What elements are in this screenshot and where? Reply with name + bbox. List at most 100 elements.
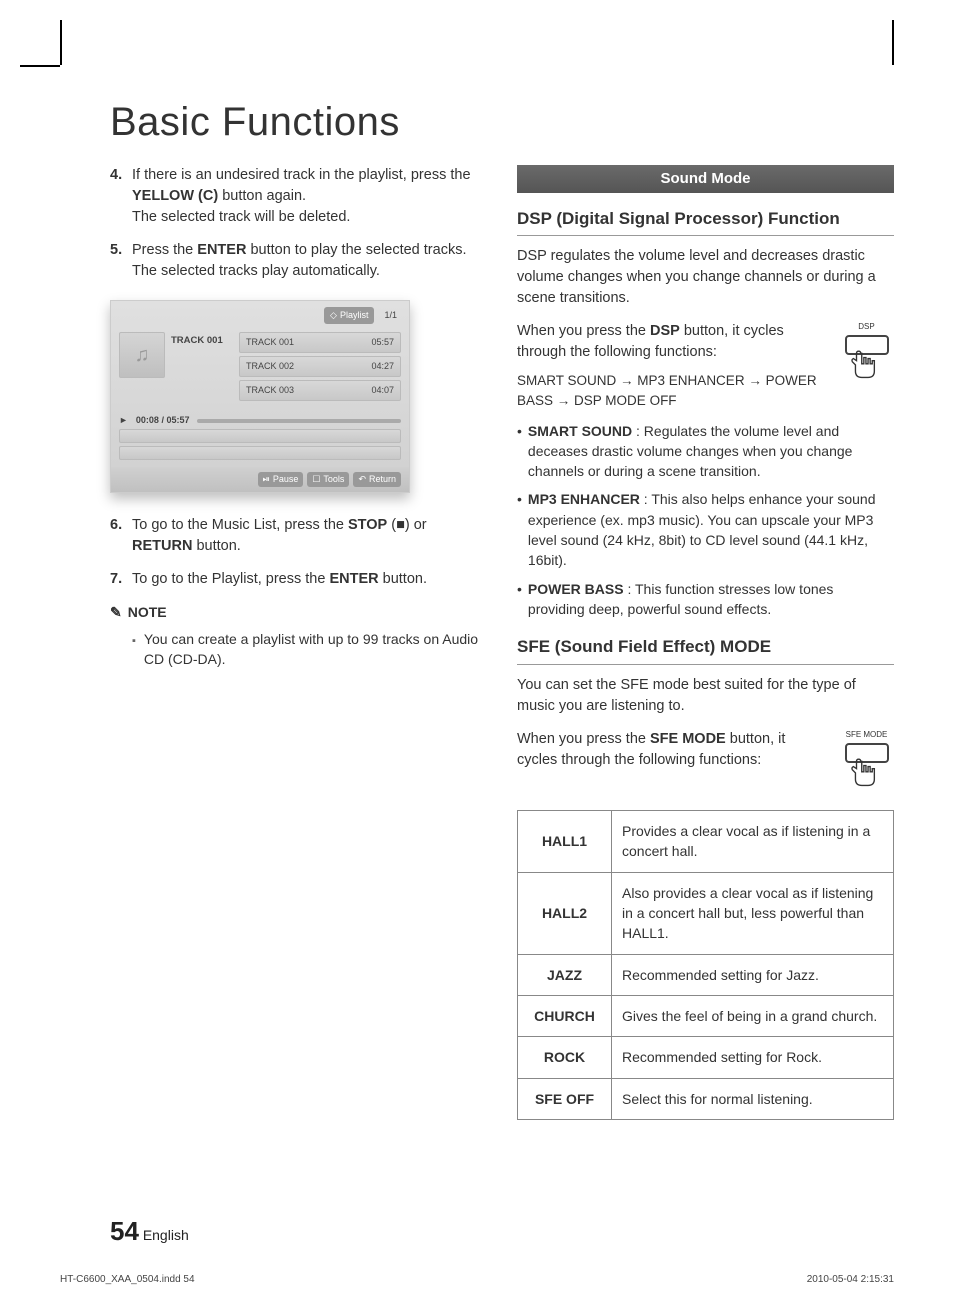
sfe-intro: You can set the SFE mode best suited for… — [517, 675, 894, 717]
dsp-intro: DSP regulates the volume level and decre… — [517, 246, 894, 309]
sfe-mode-name: ROCK — [518, 1037, 612, 1078]
step-body: If there is an undesired track in the pl… — [132, 165, 487, 228]
playlist-label: Playlist — [340, 309, 369, 322]
enter-label: ENTER — [329, 571, 378, 587]
chain-item: SMART SOUND — [517, 373, 616, 388]
sfe-mode-desc: Recommended setting for Rock. — [612, 1037, 894, 1078]
step-4: 4. If there is an undesired track in the… — [110, 165, 487, 228]
sfe-mode-name: CHURCH — [518, 995, 612, 1036]
note-text: You can create a playlist with up to 99 … — [144, 629, 487, 670]
progress-time: 00:08 / 05:57 — [136, 414, 190, 427]
table-row: HALL1Provides a clear vocal as if listen… — [518, 811, 894, 873]
text: button. — [192, 538, 240, 554]
step-body: To go to the Playlist, press the ENTER b… — [132, 569, 487, 590]
table-row: HALL2Also provides a clear vocal as if l… — [518, 872, 894, 954]
hand-press-icon — [839, 349, 894, 391]
text: To go to the Music List, press the — [132, 517, 348, 533]
blank-row — [119, 446, 401, 460]
dsp-button-label: DSP — [839, 321, 894, 333]
mock-header: ◇Playlist 1/1 — [111, 301, 409, 328]
chain-item: MP3 ENHANCER — [637, 373, 744, 388]
sfe-mode-name: HALL2 — [518, 872, 612, 954]
stop-label: STOP — [348, 517, 387, 533]
step-number: 4. — [110, 165, 132, 228]
sfe-mode-desc: Recommended setting for Jazz. — [612, 954, 894, 995]
current-track: TRACK 001 — [171, 332, 233, 404]
text: button to play the selected tracks. — [246, 242, 466, 258]
text: To go to the Playlist, press the — [132, 571, 329, 587]
page-footer: 54 English — [110, 1216, 189, 1247]
track-time: 04:07 — [371, 384, 394, 397]
step-number: 5. — [110, 240, 132, 282]
page-title: Basic Functions — [110, 100, 894, 145]
sfe-mode-name: HALL1 — [518, 811, 612, 873]
sfe-table: HALL1Provides a clear vocal as if listen… — [517, 810, 894, 1120]
sfe-mode-desc: Select this for normal listening. — [612, 1078, 894, 1119]
step-body: To go to the Music List, press the STOP … — [132, 515, 487, 557]
playlist-screenshot: ◇Playlist 1/1 ♫ TRACK 001 TRACK 001 05:57… — [110, 300, 410, 493]
sfe-heading: SFE (Sound Field Effect) MODE — [517, 635, 894, 665]
track-row: TRACK 003 04:07 — [239, 380, 401, 401]
sound-mode-banner: Sound Mode — [517, 165, 894, 193]
track-name: TRACK 001 — [246, 336, 294, 349]
bullet-smart-sound: SMART SOUND : Regulates the volume level… — [517, 421, 894, 482]
bullet-key: SMART SOUND — [528, 423, 632, 439]
track-name: TRACK 003 — [246, 384, 294, 397]
arrow-icon — [616, 373, 637, 388]
sfe-mode-name: SFE OFF — [518, 1078, 612, 1119]
track-time: 05:57 — [371, 336, 394, 349]
note-heading: NOTE — [110, 602, 487, 622]
return-label: RETURN — [132, 538, 192, 554]
page-number: 54 — [110, 1216, 139, 1246]
text: The selected tracks play automatically. — [132, 263, 380, 279]
enter-label: ENTER — [197, 242, 246, 258]
step-number: 6. — [110, 515, 132, 557]
crop-mark — [60, 20, 62, 65]
track-name: TRACK 002 — [246, 360, 294, 373]
imprint-timestamp: 2010-05-04 2:15:31 — [807, 1274, 894, 1285]
step-body: Press the ENTER button to play the selec… — [132, 240, 487, 282]
bullet-key: POWER BASS — [528, 581, 624, 597]
dsp-bullets: SMART SOUND : Regulates the volume level… — [517, 421, 894, 620]
return-icon: ↶ — [358, 473, 366, 486]
dsp-heading: DSP (Digital Signal Processor) Function — [517, 207, 894, 237]
arrow-icon — [553, 393, 574, 408]
page-language: English — [143, 1227, 189, 1243]
table-row: JAZZRecommended setting for Jazz. — [518, 954, 894, 995]
tools-hint: ☐Tools — [307, 472, 349, 487]
sfe-mode-bold: SFE MODE — [650, 731, 726, 747]
page-indicator: 1/1 — [380, 307, 401, 324]
sfe-press-row: When you press the SFE MODE button, it c… — [517, 729, 894, 798]
text: Press the — [132, 242, 197, 258]
progress-row: ► 00:08 / 05:57 — [111, 408, 409, 429]
text: When you press the — [517, 731, 650, 747]
track-row: TRACK 001 05:57 — [239, 332, 401, 353]
tools-icon: ☐ — [312, 473, 320, 486]
sfe-mode-desc: Provides a clear vocal as if listening i… — [612, 811, 894, 873]
sfe-press-text: When you press the SFE MODE button, it c… — [517, 729, 829, 771]
bullet-power-bass: POWER BASS : This function stresses low … — [517, 579, 894, 620]
progress-bar — [197, 419, 401, 423]
crop-mark — [892, 20, 894, 65]
dsp-press-text: When you press the DSP button, it cycles… — [517, 321, 829, 420]
text: button. — [379, 571, 427, 587]
bullet-key: MP3 ENHANCER — [528, 491, 640, 507]
play-icon: ► — [119, 414, 128, 427]
table-row: ROCKRecommended setting for Rock. — [518, 1037, 894, 1078]
right-column: Sound Mode DSP (Digital Signal Processor… — [517, 165, 894, 1120]
mock-footer: ⏯Pause ☐Tools ↶Return — [111, 467, 409, 492]
note-label: NOTE — [128, 602, 167, 622]
pause-icon: ⏯ — [263, 473, 270, 486]
sfe-mode-name: JAZZ — [518, 954, 612, 995]
table-row: CHURCHGives the feel of being in a grand… — [518, 995, 894, 1036]
chain-item: DSP MODE OFF — [574, 393, 677, 408]
album-art-icon: ♫ — [119, 332, 165, 378]
return-hint: ↶Return — [353, 472, 401, 487]
dsp-button-illustration: DSP — [839, 321, 894, 390]
sfe-button-label: SFE MODE — [839, 729, 894, 741]
playlist-badge: ◇Playlist — [324, 307, 374, 324]
blank-row — [119, 429, 401, 443]
track-time: 04:27 — [371, 360, 394, 373]
text: button again. — [218, 188, 306, 204]
yellow-c-label: YELLOW (C) — [132, 188, 218, 204]
